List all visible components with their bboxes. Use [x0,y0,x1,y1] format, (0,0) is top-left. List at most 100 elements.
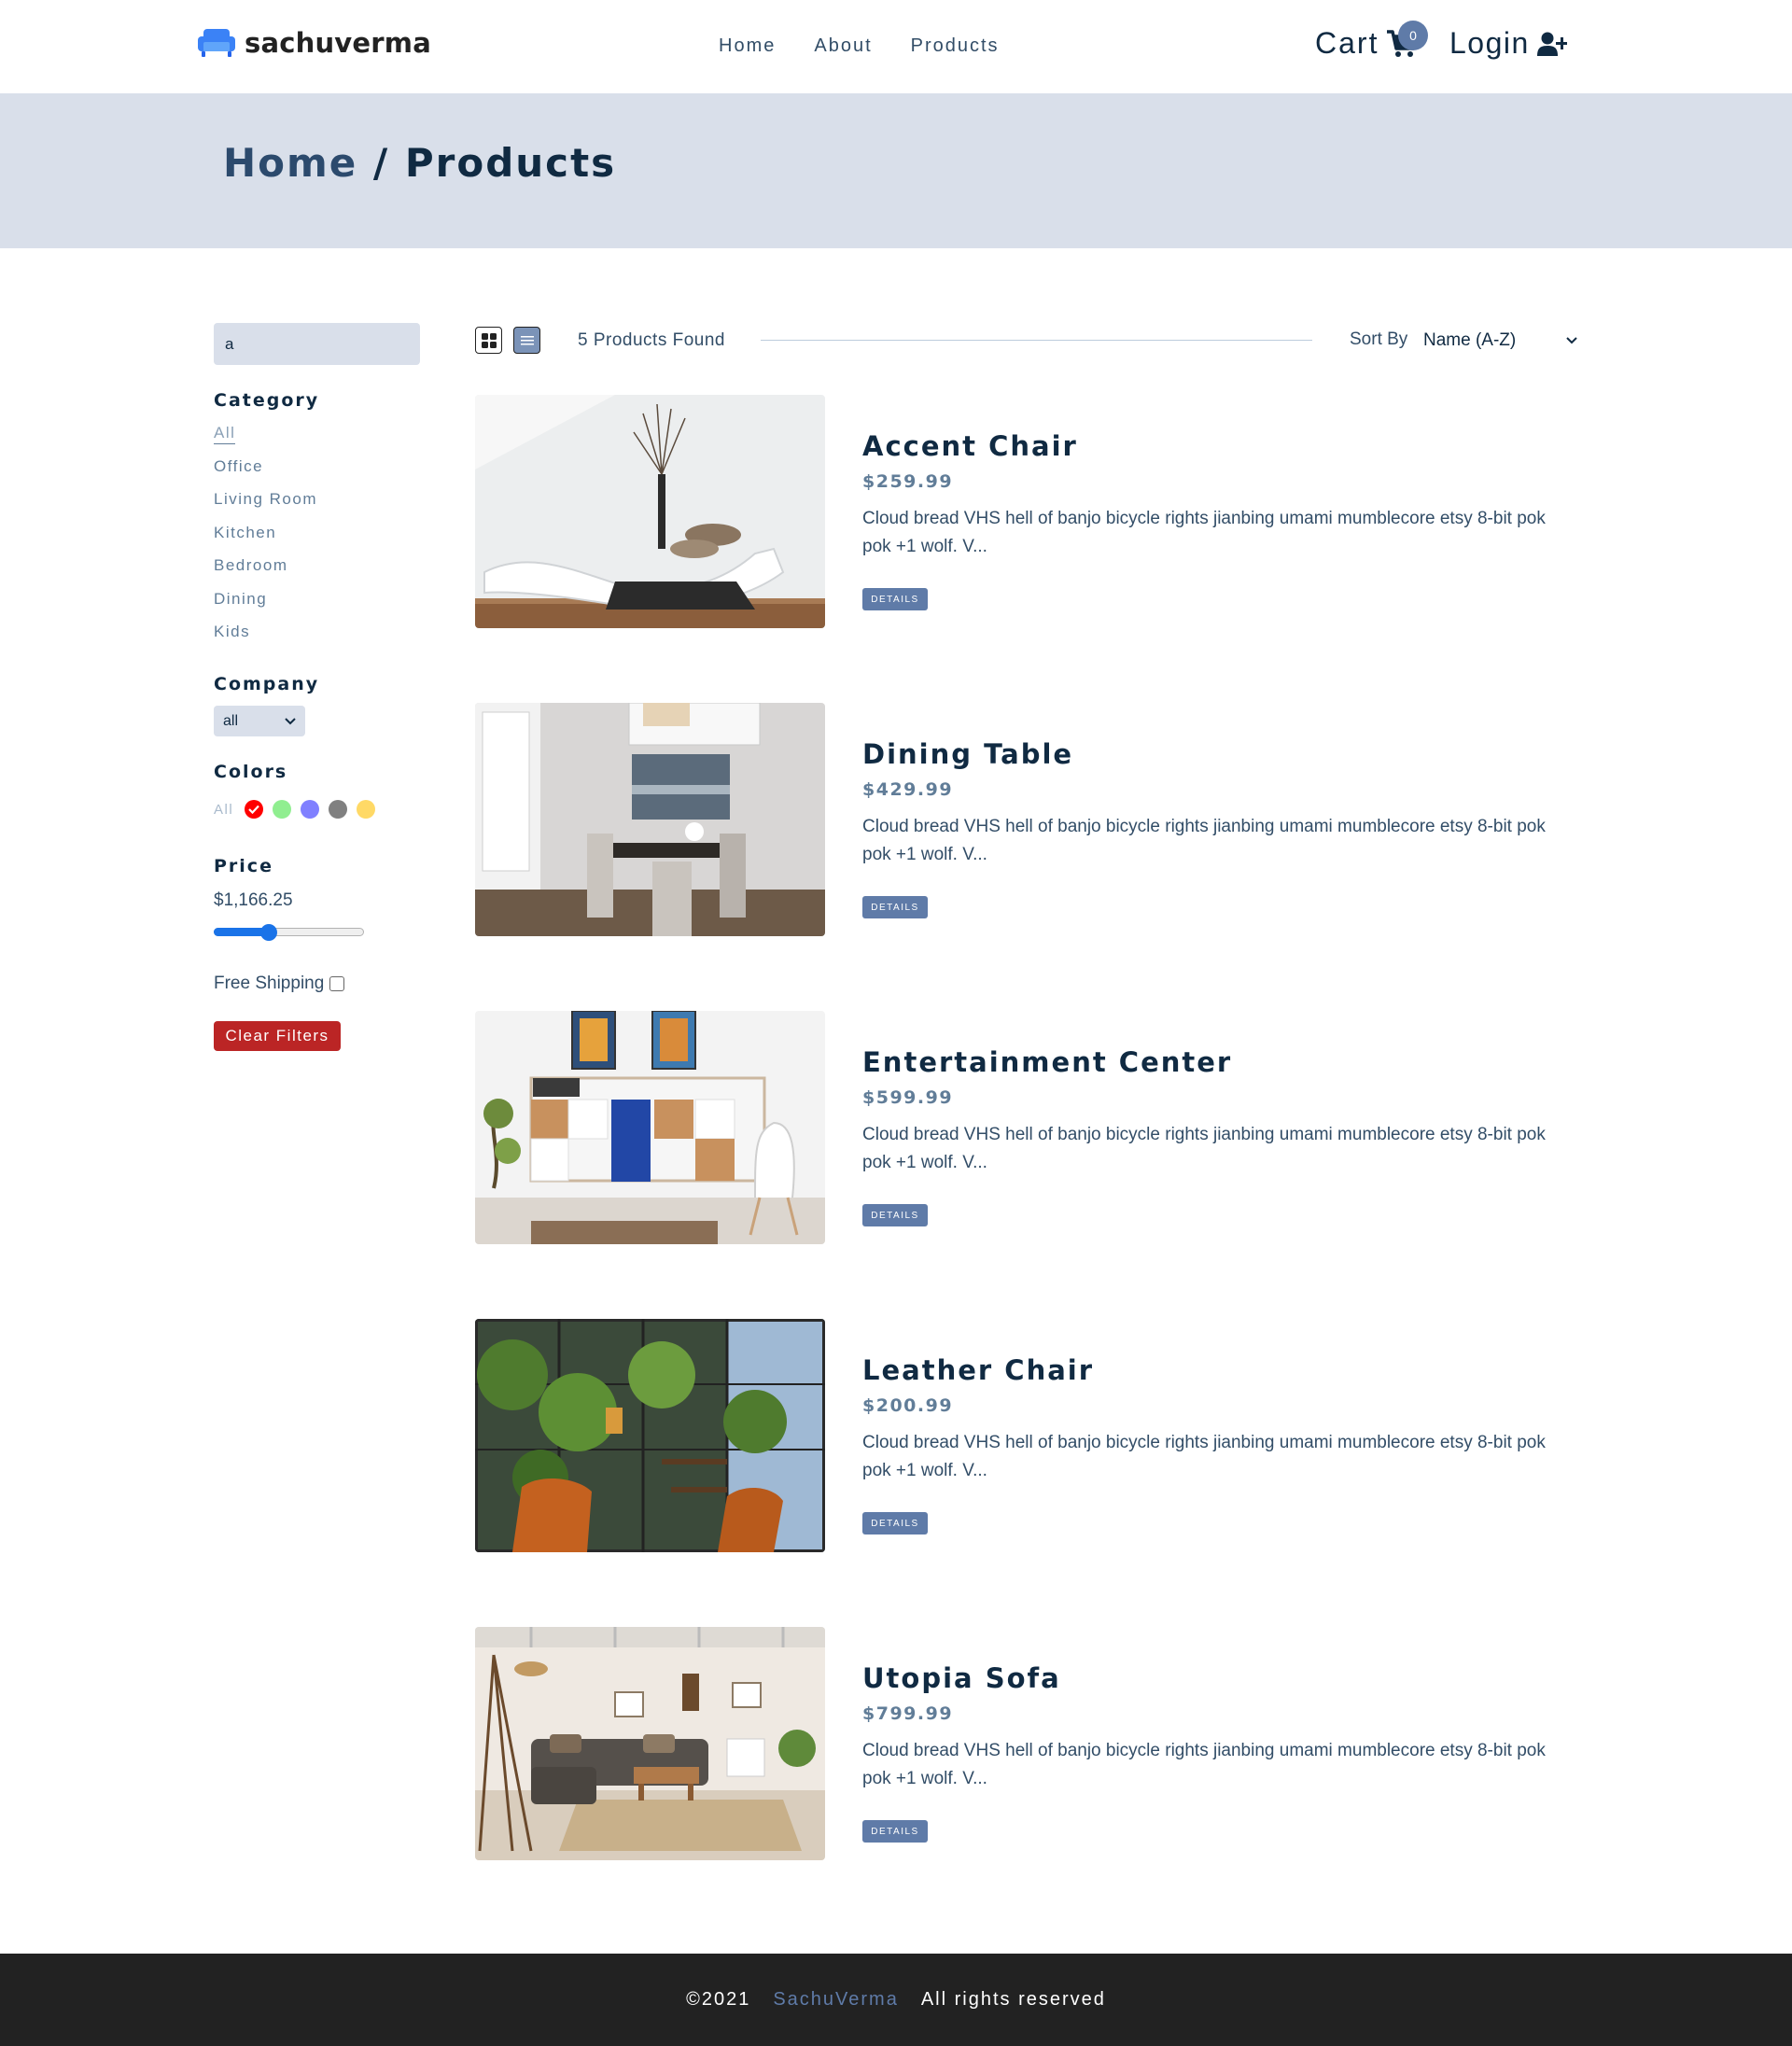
color-swatch-blue[interactable] [301,800,320,819]
chaise-lounge-image [475,395,825,628]
check-icon [248,805,259,814]
list-view-button[interactable] [513,327,540,354]
category-label: Living Room [214,490,317,508]
color-swatch-gray[interactable] [329,800,348,819]
free-shipping-toggle[interactable]: Free Shipping [214,974,345,994]
list-icon [520,335,534,344]
breadcrumb: Home / Products [223,140,616,186]
product-description: Cloud bread VHS hell of banjo bicycle ri… [862,1433,1546,1480]
product-price: $200.99 [862,1395,954,1416]
category-item-living-room[interactable]: Living Room [214,490,317,524]
free-shipping-label: Free Shipping [214,974,325,993]
product-card: Utopia Sofa $799.99 Cloud bread VHS hell… [475,1627,1576,1860]
company-select[interactable]: all [214,706,305,736]
sort-selected-value: Name (A-Z) [1423,330,1517,350]
product-price: $429.99 [862,779,954,800]
color-swatch-red[interactable] [245,800,264,819]
product-card: Accent Chair $259.99 Cloud bread VHS hel… [475,395,1576,628]
product-name: Dining Table [862,738,1074,770]
clear-filters-button[interactable]: Clear Filters [214,1021,341,1051]
sort-select[interactable]: Name (A-Z) [1423,327,1577,355]
product-image-entertainment-center[interactable] [475,1011,825,1244]
category-label: Office [214,456,264,475]
price-range-slider[interactable] [214,924,364,941]
category-heading: Category [214,390,320,411]
color-swatch-green[interactable] [273,800,292,819]
category-label: Dining [214,589,268,608]
sort-divider [761,340,1312,341]
product-price: $599.99 [862,1087,954,1108]
category-list: All Office Living Room Kitchen Bedroom D… [214,424,317,656]
category-item-kitchen[interactable]: Kitchen [214,524,317,557]
chevron-down-icon [1566,337,1577,344]
search-input[interactable] [214,323,420,365]
breadcrumb-home-link[interactable]: Home [223,140,357,186]
login-label: Login [1449,26,1530,60]
nav-link-products[interactable]: Products [911,35,1000,57]
page-hero: Home / Products [0,93,1792,248]
colors-heading: Colors [214,762,288,782]
product-price: $259.99 [862,471,954,492]
product-description: Cloud bread VHS hell of banjo bicycle ri… [862,509,1546,556]
category-item-all[interactable]: All [214,424,317,457]
chevron-down-icon [285,717,296,724]
free-shipping-checkbox[interactable] [329,976,345,991]
product-image-dining-table[interactable] [475,703,825,936]
plant-room-image [475,1319,825,1552]
footer-brand-link[interactable]: SachuVerma [773,1989,899,2011]
details-button[interactable]: DETAILS [862,1512,928,1534]
product-card: Entertainment Center $599.99 Cloud bread… [475,1011,1576,1244]
color-filter: All [214,800,376,819]
category-item-kids[interactable]: Kids [214,623,317,656]
product-image-leather-chair[interactable] [475,1319,825,1552]
product-card: Leather Chair $200.99 Cloud bread VHS he… [475,1319,1576,1552]
grid-icon [481,332,497,348]
sort-by-label: Sort By [1350,329,1408,349]
color-all-button[interactable]: All [214,802,233,818]
login-button[interactable]: Login [1449,26,1567,61]
cabinet-shelving-image [475,1011,825,1244]
page-footer: ©2021 SachuVerma All rights reserved [0,1954,1792,2046]
color-swatch-yellow[interactable] [357,800,376,819]
details-button[interactable]: DETAILS [862,1204,928,1226]
product-image-utopia-sofa[interactable] [475,1627,825,1860]
price-heading: Price [214,856,273,876]
main-nav: Home About Products [719,35,1000,57]
footer-copyright: ©2021 [686,1989,751,2010]
navbar: sachuverma Home About Products Cart 0 Lo… [0,0,1792,93]
product-name: Utopia Sofa [862,1662,1061,1694]
product-name: Leather Chair [862,1354,1095,1386]
product-name: Accent Chair [862,430,1078,462]
product-card: Dining Table $429.99 Cloud bread VHS hel… [475,703,1576,936]
category-item-office[interactable]: Office [214,457,317,491]
category-item-bedroom[interactable]: Bedroom [214,556,317,590]
product-name: Entertainment Center [862,1046,1233,1078]
product-image-accent-chair[interactable] [475,395,825,628]
company-selected-value: all [223,712,239,729]
sofa-icon [198,29,235,57]
product-description: Cloud bread VHS hell of banjo bicycle ri… [862,817,1546,864]
products-found-count: 5 Products Found [578,330,725,350]
product-description: Cloud bread VHS hell of banjo bicycle ri… [862,1741,1546,1788]
nav-link-about[interactable]: About [814,35,872,57]
user-plus-icon [1536,32,1567,56]
details-button[interactable]: DETAILS [862,588,928,610]
price-value: $1,166.25 [214,890,293,910]
grid-view-button[interactable] [475,327,502,354]
dining-room-image [475,703,825,936]
nav-link-home[interactable]: Home [719,35,776,57]
category-label: Bedroom [214,556,288,574]
product-description: Cloud bread VHS hell of banjo bicycle ri… [862,1125,1546,1172]
category-label: Kitchen [214,523,277,541]
details-button[interactable]: DETAILS [862,1820,928,1843]
category-item-dining[interactable]: Dining [214,590,317,624]
category-label: Kids [214,623,251,640]
brand-logo[interactable]: sachuverma [196,26,431,60]
details-button[interactable]: DETAILS [862,896,928,918]
footer-rights: All rights reserved [920,1989,1106,2010]
living-room-image [475,1627,825,1860]
company-heading: Company [214,674,320,694]
brand-name: sachuverma [245,27,431,59]
breadcrumb-current: Products [404,140,617,186]
slider-thumb[interactable] [260,924,277,941]
